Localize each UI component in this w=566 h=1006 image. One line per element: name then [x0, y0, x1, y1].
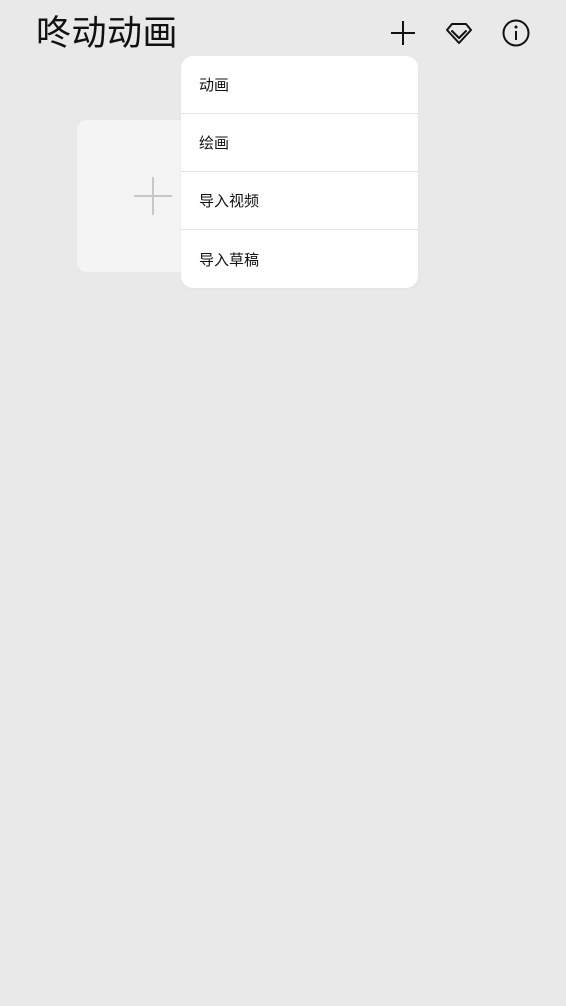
add-button[interactable] [385, 15, 421, 51]
info-button[interactable] [498, 15, 534, 51]
menu-item-import-draft[interactable]: 导入草稿 [181, 230, 418, 288]
menu-item-drawing[interactable]: 绘画 [181, 114, 418, 172]
app-title: 咚动动画 [36, 14, 179, 54]
menu-item-import-video[interactable]: 导入视频 [181, 172, 418, 230]
create-dropdown-menu: 动画 绘画 导入视频 导入草稿 [181, 56, 418, 288]
menu-item-animation[interactable]: 动画 [181, 56, 418, 114]
plus-icon [133, 176, 173, 220]
diamond-icon [444, 18, 474, 48]
plus-icon [389, 19, 417, 47]
info-icon [501, 18, 531, 48]
premium-button[interactable] [441, 15, 477, 51]
